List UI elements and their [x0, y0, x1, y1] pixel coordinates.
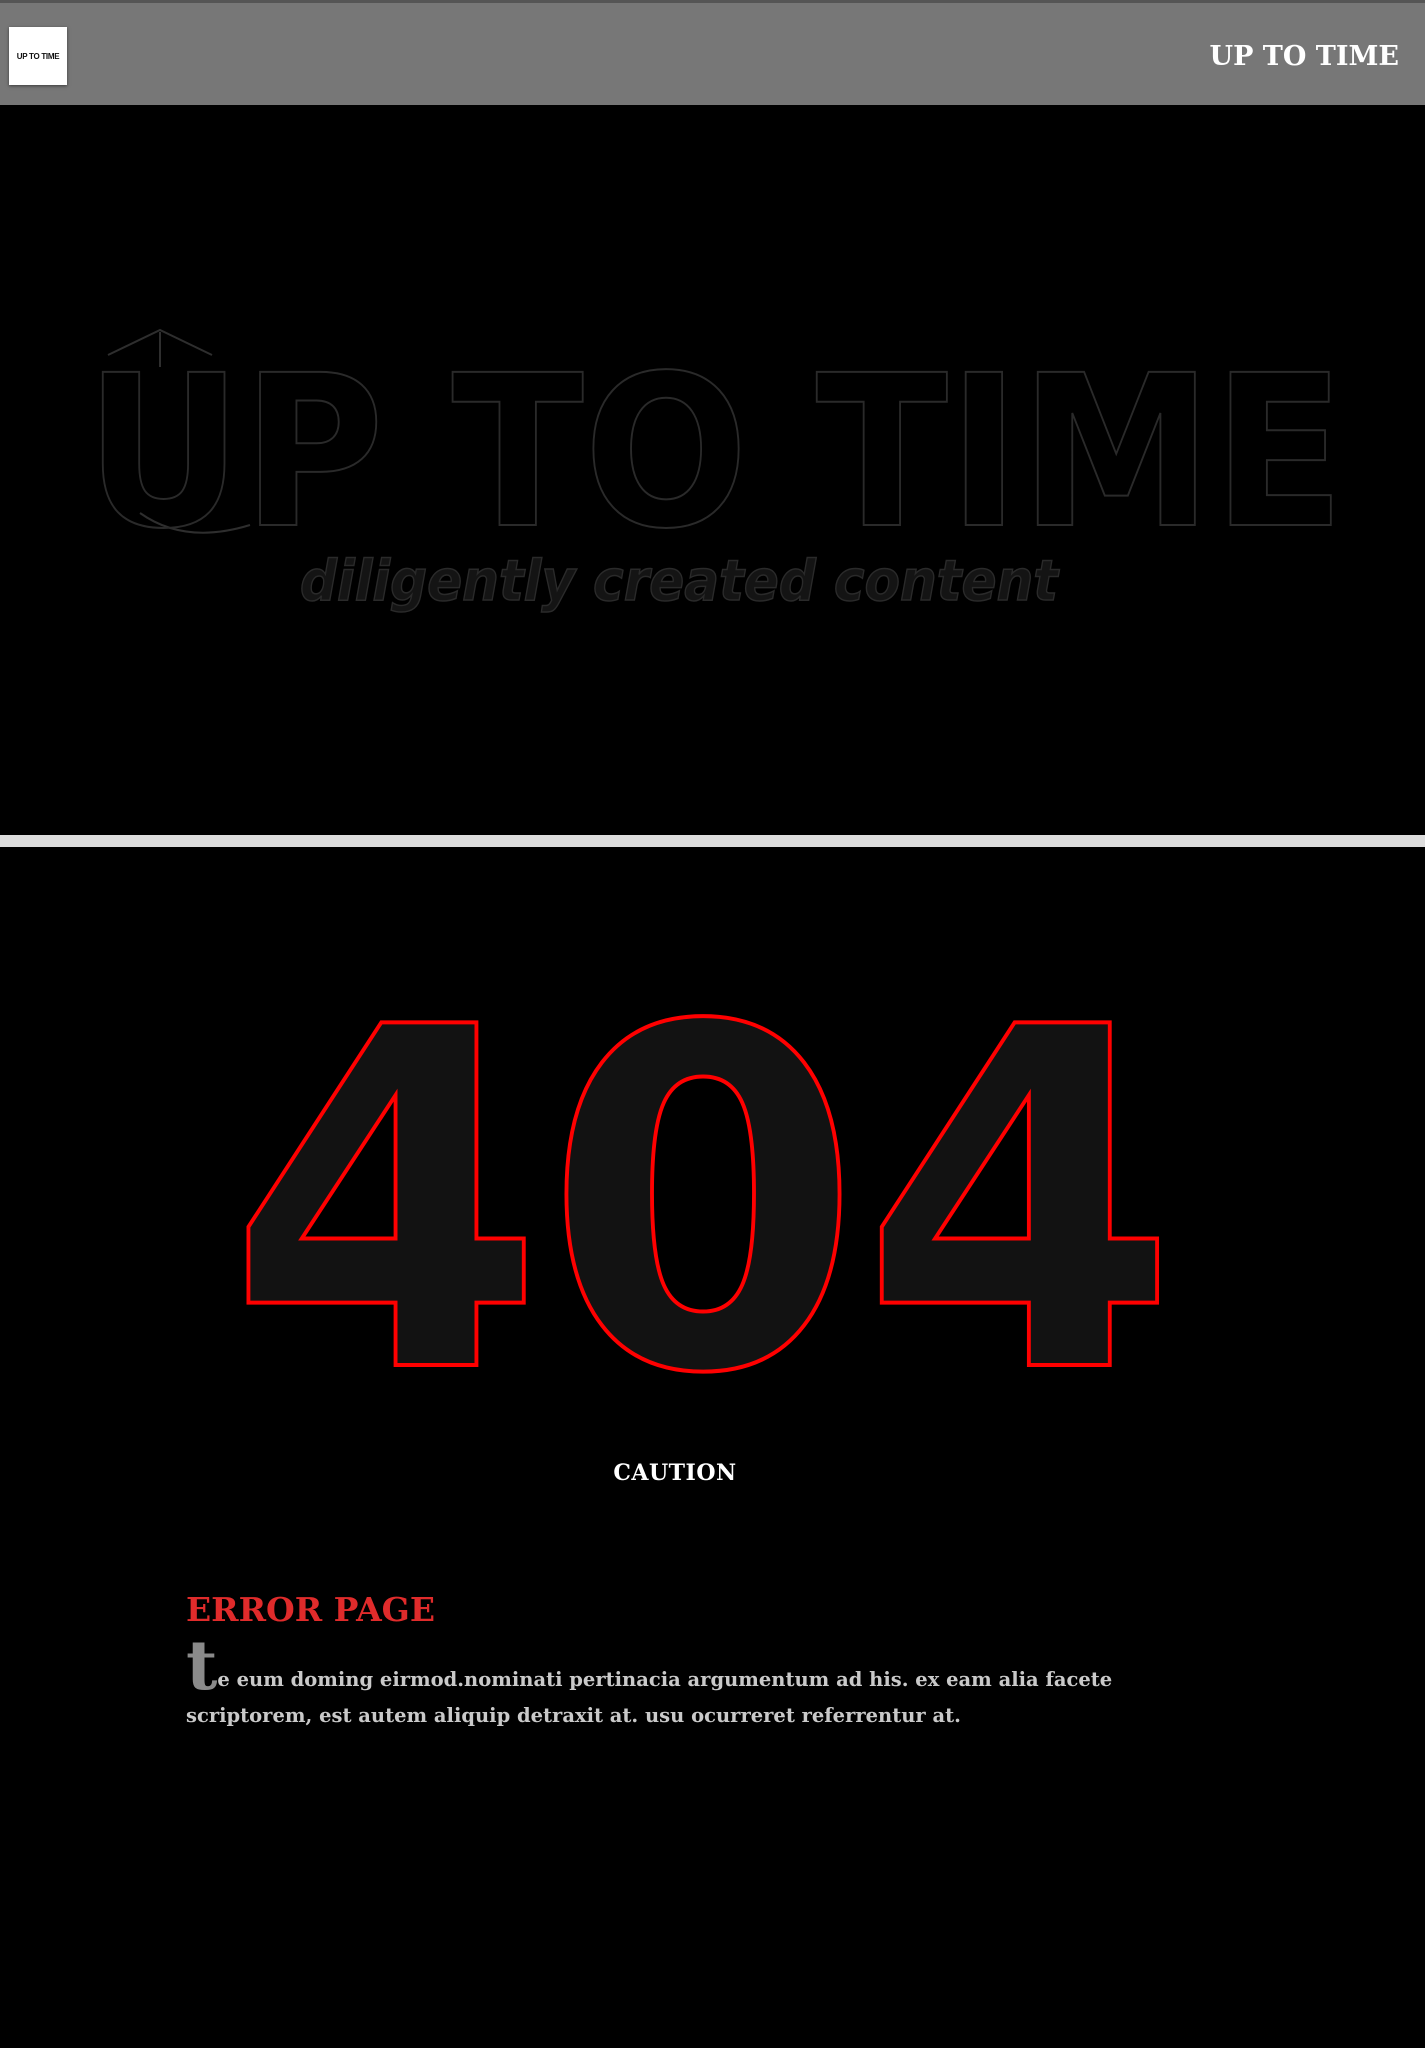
hero-tagline: diligently created content — [300, 549, 1060, 614]
error-code: 404 — [228, 960, 1178, 1390]
error-body: te eum doming eirmod.nominati pertinacia… — [186, 1632, 1236, 1734]
top-bar: UP TO TIME UP TO TIME — [0, 0, 1425, 105]
error-heading: ERROR PAGE — [186, 1590, 436, 1629]
error-code-graphic: 404 — [226, 960, 1180, 1390]
hero-brand-outline: UP TO TIME — [85, 330, 1345, 575]
section-divider — [0, 835, 1425, 847]
error-message: ERROR PAGE te eum doming eirmod.nominati… — [186, 1590, 1236, 1734]
brand-title[interactable]: UP TO TIME — [1210, 41, 1399, 72]
site-logo[interactable]: UP TO TIME — [9, 27, 67, 85]
drop-cap: t — [186, 1626, 218, 1707]
hero-banner: UP TO TIME diligently created content — [0, 105, 1425, 835]
error-body-text: e eum doming eirmod.nominati pertinacia … — [186, 1668, 1113, 1728]
caution-label: CAUTION — [613, 1460, 737, 1486]
hero-logo-art: UP TO TIME diligently created content — [84, 328, 1346, 615]
logo-text: UP TO TIME — [16, 51, 60, 61]
error-page: UP TO TIME UP TO TIME UP TO TIME diligen… — [0, 0, 1425, 2048]
